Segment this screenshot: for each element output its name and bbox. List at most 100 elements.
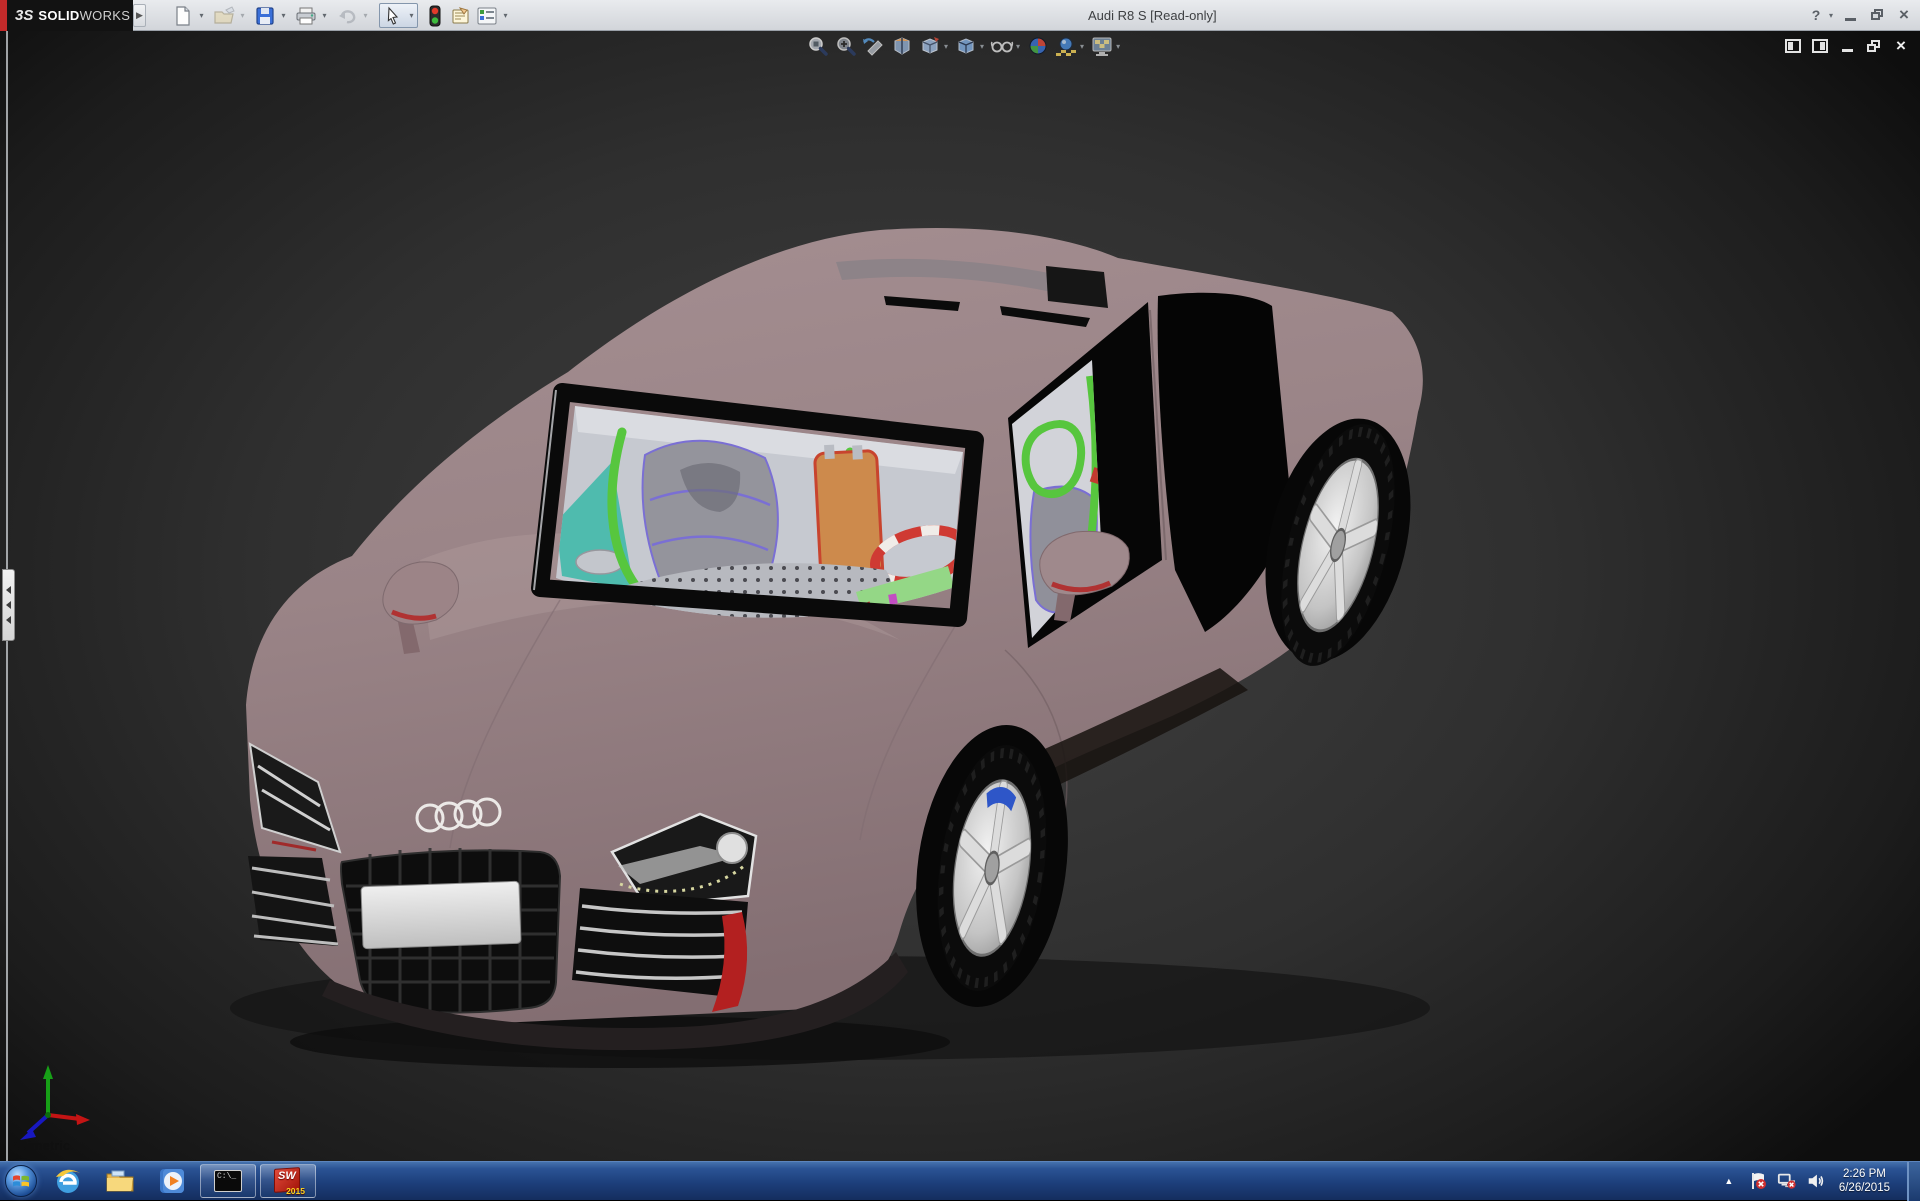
new-document-icon [176, 5, 190, 26]
show-right-pane-button[interactable] [1811, 38, 1829, 54]
view-orientation-caret[interactable]: ▾ [944, 42, 948, 51]
speaker-icon [1808, 1174, 1824, 1188]
reference-triad [20, 1065, 90, 1140]
save-dropdown-caret[interactable]: ▾ [278, 3, 289, 28]
collapse-arrow-icon [6, 601, 11, 609]
show-left-pane-button[interactable] [1784, 38, 1802, 54]
taskbar-clock[interactable]: 2:26 PM 6/26/2015 [1839, 1167, 1890, 1195]
command-prompt-button[interactable]: C:\_ [200, 1164, 256, 1198]
previous-view-button[interactable] [862, 34, 886, 58]
document-close-button[interactable]: × [1892, 36, 1910, 55]
internet-explorer-button[interactable] [42, 1162, 94, 1201]
document-title: Audi R8 S [Read-only] [1088, 8, 1217, 23]
section-view-button[interactable] [890, 34, 914, 58]
display-style-caret[interactable]: ▾ [980, 42, 984, 51]
brand-solid-text: SOLID [38, 8, 80, 23]
action-center-button[interactable] [1748, 1170, 1768, 1192]
brake-caliper [986, 787, 1017, 812]
solidworks-2015-icon: SW 2015 [273, 1167, 305, 1196]
print-dropdown-caret[interactable]: ▾ [319, 3, 330, 28]
graphics-viewport[interactable]: ▾ ▾ ▾ ▾ ▾ × *Dimetric [0, 31, 1920, 1161]
document-window-controls: × [1784, 36, 1910, 55]
undo-dropdown-caret[interactable]: ▾ [360, 3, 371, 28]
media-player-icon [160, 1169, 184, 1193]
zoom-to-area-button[interactable] [834, 34, 858, 58]
eyeglasses-icon [990, 41, 1014, 53]
open-folder-icon [214, 5, 235, 24]
minimize-icon [1844, 17, 1856, 21]
show-desktop-button[interactable] [1907, 1161, 1920, 1201]
command-prompt-icon: C:\_ [214, 1170, 242, 1192]
view-orientation-label: *Dimetric [13, 1138, 71, 1153]
title-bar: 3S SOLID WORKS ▶ ▾ ▾ ▾ ▾ ▾ ▾ ▾ Audi R8 S… [0, 0, 1920, 31]
feature-panel-handle[interactable] [2, 569, 15, 641]
view-orientation-icon [922, 37, 939, 54]
new-document-button[interactable] [170, 3, 196, 28]
menu-expand-button[interactable]: ▶ [133, 4, 146, 27]
print-button[interactable] [293, 3, 319, 28]
restore-button[interactable] [1867, 5, 1887, 25]
hide-show-items-caret[interactable]: ▾ [1016, 42, 1020, 51]
view-settings-button[interactable] [1090, 34, 1114, 58]
edit-appearance-button[interactable] [1026, 34, 1050, 58]
document-minimize-button[interactable] [1838, 38, 1856, 54]
windows-orb-icon [5, 1165, 37, 1197]
open-dropdown-caret[interactable]: ▾ [237, 3, 248, 28]
zoom-to-fit-button[interactable] [806, 34, 830, 58]
file-properties-icon [452, 6, 469, 23]
media-player-button[interactable] [146, 1162, 198, 1201]
options-dropdown-caret[interactable]: ▾ [500, 3, 511, 28]
front-grille [340, 848, 562, 1014]
action-center-flag-icon [1751, 1173, 1766, 1189]
options-button[interactable] [474, 3, 500, 28]
clock-date: 6/26/2015 [1838, 1182, 1890, 1194]
help-dropdown-caret[interactable]: ▾ [1829, 11, 1833, 20]
select-arrow-icon [387, 6, 399, 25]
document-restore-button[interactable] [1865, 38, 1883, 54]
minimize-button[interactable] [1840, 5, 1860, 25]
open-button[interactable] [211, 3, 237, 28]
undo-arrow-icon [339, 9, 356, 23]
network-status-button[interactable] [1777, 1170, 1797, 1192]
apply-scene-icon [1056, 37, 1077, 56]
solidworks-logo: 3S SOLID WORKS [7, 0, 133, 31]
view-settings-caret[interactable]: ▾ [1116, 42, 1120, 51]
clock-time: 2:26 PM [1843, 1168, 1886, 1180]
select-tool-button[interactable] [380, 3, 406, 28]
minimize-icon [1841, 49, 1853, 52]
help-button[interactable]: ? [1806, 5, 1826, 25]
undo-button[interactable] [334, 3, 360, 28]
brand-works-text: WORKS [79, 8, 131, 23]
solidworks-taskbar-button[interactable]: SW 2015 [260, 1164, 316, 1198]
collapse-arrow-icon [6, 616, 11, 624]
app-window-controls: ? ▾ × [1806, 5, 1914, 25]
section-view-icon [894, 37, 910, 55]
audi-r8-model[interactable] [0, 31, 1920, 1161]
view-orientation-button[interactable] [918, 34, 942, 58]
network-disconnected-icon [1777, 1173, 1796, 1189]
save-floppy-icon [256, 6, 274, 25]
save-button[interactable] [252, 3, 278, 28]
file-properties-button[interactable] [448, 3, 474, 28]
options-checklist-icon [477, 7, 497, 24]
rebuild-traffic-light-icon [429, 5, 441, 26]
pane-right-icon [1812, 39, 1828, 53]
start-button[interactable] [0, 1162, 42, 1201]
pane-left-icon [1785, 39, 1801, 53]
select-dropdown-caret[interactable]: ▾ [406, 3, 417, 28]
apply-scene-caret[interactable]: ▾ [1080, 42, 1084, 51]
restore-icon [1867, 39, 1881, 53]
print-icon [296, 7, 316, 24]
dassault-3ds-glyph: 3S [15, 7, 34, 24]
volume-button[interactable] [1806, 1170, 1826, 1192]
display-style-button[interactable] [954, 34, 978, 58]
brand-red-accent [0, 0, 7, 31]
new-dropdown-caret[interactable]: ▾ [196, 3, 207, 28]
apply-scene-button[interactable] [1054, 34, 1078, 58]
hide-show-items-button[interactable] [990, 34, 1014, 58]
close-button[interactable]: × [1894, 5, 1914, 25]
file-explorer-button[interactable] [94, 1162, 146, 1201]
show-hidden-icons-button[interactable]: ▲ [1719, 1170, 1739, 1192]
rebuild-button[interactable] [422, 3, 448, 28]
appearance-sphere-icon [1029, 37, 1047, 55]
